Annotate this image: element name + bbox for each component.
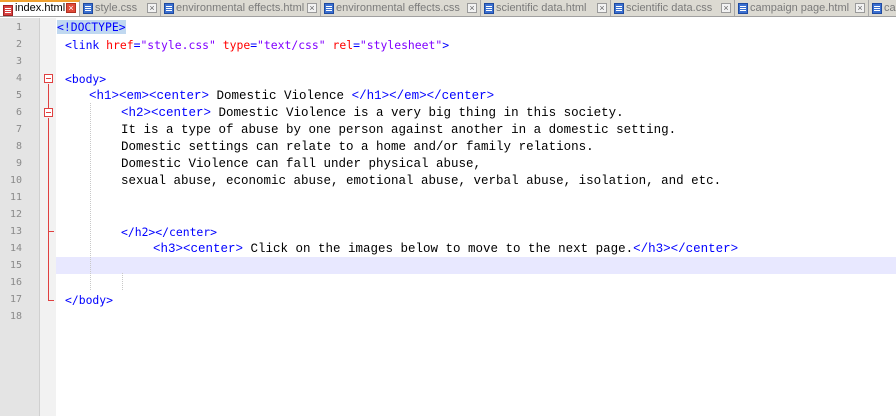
- line-number: 16: [9, 277, 22, 288]
- line-number: 7: [15, 124, 22, 135]
- file-icon: [83, 3, 93, 14]
- tab-bar: index.html × style.css × environmental e…: [0, 0, 896, 17]
- code-line-2: <link href="style.css" type="text/css" r…: [65, 37, 449, 54]
- tab-overflow[interactable]: ca: [869, 0, 896, 16]
- value-token: "style.css": [140, 38, 216, 52]
- tag-token: <body>: [65, 72, 107, 86]
- fold-box-icon[interactable]: [44, 108, 53, 117]
- value-token: "text/css": [257, 38, 326, 52]
- close-icon[interactable]: ×: [467, 3, 477, 13]
- fold-line: [48, 232, 49, 300]
- attr-token: href: [106, 38, 134, 52]
- code-line-5: <h1><em><center> Domestic Violence </h1>…: [89, 88, 494, 105]
- line-number: 17: [9, 294, 22, 305]
- indent-guide: [90, 103, 91, 290]
- code-line-7: It is a type of abuse by one person agai…: [121, 122, 676, 139]
- file-icon: [738, 3, 748, 14]
- line-number: 14: [9, 243, 22, 254]
- tab-label: environmental effects.html: [176, 2, 305, 14]
- text-token: Domestic settings can relate to a home a…: [121, 140, 594, 154]
- line-number: 3: [15, 56, 22, 67]
- attr-token: rel: [332, 38, 354, 52]
- close-icon[interactable]: ×: [307, 3, 317, 13]
- close-icon[interactable]: ×: [855, 3, 865, 13]
- tab-environmental-effects-css[interactable]: environmental effects.css ×: [321, 0, 481, 16]
- fold-line: [48, 118, 49, 231]
- tab-label: scientific data.css: [626, 2, 713, 14]
- line-number: 15: [9, 260, 22, 271]
- fold-line: [48, 84, 49, 108]
- code-editor[interactable]: 1 2 3 4 5 6 7 8 9 10 11 12 13 14 15 16 17 18 <!DOCTYPE> <…: [0, 18, 896, 416]
- file-icon: [164, 3, 174, 14]
- code-line-8: Domestic settings can relate to a home a…: [121, 139, 594, 156]
- text-token: sexual abuse, economic abuse, emotional …: [121, 174, 722, 188]
- file-icon: [872, 3, 882, 14]
- code-line-4: <body>: [65, 71, 106, 88]
- line-number: 12: [9, 209, 22, 220]
- close-icon[interactable]: ×: [721, 3, 731, 13]
- current-line-highlight: [56, 257, 896, 274]
- line-number: 13: [9, 226, 22, 237]
- line-number: 6: [15, 107, 22, 118]
- text-token: Domestic Violence is a very big thing in…: [211, 106, 624, 120]
- line-number: 11: [9, 192, 22, 203]
- file-icon: [3, 5, 13, 16]
- tag-token: </h3></center>: [633, 242, 739, 256]
- tab-scientific-data-html[interactable]: scientific data.html ×: [481, 0, 611, 16]
- tag-token: =: [353, 38, 360, 52]
- tag-token: <h2><center>: [121, 106, 212, 120]
- text-token: Domestic Violence: [209, 89, 352, 103]
- file-icon: [614, 3, 624, 14]
- close-icon[interactable]: ×: [147, 3, 157, 13]
- tab-label: scientific data.html: [496, 2, 587, 14]
- close-icon[interactable]: ×: [66, 3, 76, 13]
- file-icon: [484, 3, 494, 14]
- code-line-10: sexual abuse, economic abuse, emotional …: [121, 173, 721, 190]
- tag-token: </body>: [65, 293, 114, 307]
- tag-token: >: [442, 38, 450, 52]
- line-number: 2: [15, 39, 22, 50]
- code-line-14: <h3><center> Click on the images below t…: [153, 241, 738, 258]
- tab-label: style.css: [95, 2, 138, 14]
- code-line-9: Domestic Violence can fall under physica…: [121, 156, 481, 173]
- code-line-13: </h2></center>: [121, 224, 217, 241]
- tab-environmental-effects-html[interactable]: environmental effects.html ×: [161, 0, 321, 16]
- tab-scientific-data-css[interactable]: scientific data.css ×: [611, 0, 735, 16]
- fold-end: [48, 300, 54, 301]
- text-token: Domestic Violence can fall under physica…: [121, 157, 482, 171]
- doctype-token: <!DOCTYPE>: [57, 20, 126, 34]
- line-number: 5: [15, 90, 22, 101]
- line-number: 18: [9, 311, 22, 322]
- line-number: 4: [15, 73, 22, 84]
- line-number: 1: [15, 22, 22, 33]
- tab-index-html[interactable]: index.html ×: [0, 0, 80, 16]
- tab-label: campaign page.html: [750, 2, 850, 14]
- line-number: 10: [9, 175, 22, 186]
- tag-token: </h1></em></center>: [351, 89, 495, 103]
- tab-label: ca: [884, 2, 896, 14]
- code-line-6: <h2><center> Domestic Violence is a very…: [121, 105, 624, 122]
- line-number: 9: [15, 158, 22, 169]
- tag-token: <h3><center>: [153, 242, 244, 256]
- tab-style-css[interactable]: style.css ×: [80, 0, 161, 16]
- text-token: Click on the images below to move to the…: [243, 242, 634, 256]
- value-token: "stylesheet": [359, 38, 443, 52]
- tab-campaign-page-html[interactable]: campaign page.html ×: [735, 0, 869, 16]
- fold-box-icon[interactable]: [44, 74, 53, 83]
- indent-guide: [122, 273, 123, 290]
- attr-token: type: [222, 38, 251, 52]
- line-number: 8: [15, 141, 22, 152]
- close-icon[interactable]: ×: [597, 3, 607, 13]
- file-icon: [324, 3, 334, 14]
- tag-token: </h2></center>: [121, 225, 218, 239]
- tab-label: environmental effects.css: [336, 2, 460, 14]
- code-line-1: <!DOCTYPE>: [57, 19, 126, 36]
- tag-token: <h1><em><center>: [89, 89, 210, 103]
- text-token: It is a type of abuse by one person agai…: [121, 123, 677, 137]
- tag-token: <link: [65, 38, 107, 52]
- code-line-17: </body>: [65, 292, 113, 309]
- tab-label: index.html: [15, 2, 66, 14]
